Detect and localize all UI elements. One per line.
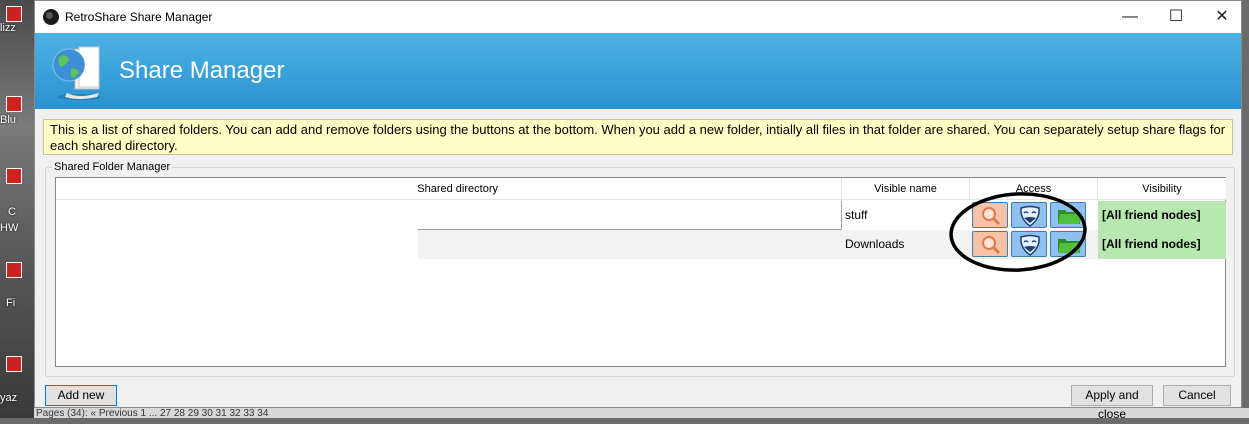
title-bar[interactable]: RetroShare Share Manager — ☐ ✕: [35, 1, 1241, 33]
cancel-button[interactable]: Cancel: [1163, 385, 1231, 406]
add-new-button[interactable]: Add new: [45, 385, 117, 406]
annotation-ellipse: [949, 192, 1087, 272]
close-button[interactable]: ✕: [1199, 1, 1245, 33]
visibility-cell[interactable]: [All friend nodes]: [1098, 201, 1226, 230]
header-banner: Share Manager: [35, 33, 1241, 109]
window-title: RetroShare Share Manager: [65, 10, 213, 24]
background-pagination-text: Pages (34): « Previous 1 ... 27 28 29 30…: [36, 408, 269, 419]
group-legend: Shared Folder Manager: [52, 161, 173, 173]
desktop-label: Blu: [0, 114, 16, 126]
desktop-shortcut-icon[interactable]: [6, 6, 22, 22]
visibility-cell[interactable]: [All friend nodes]: [1098, 230, 1226, 259]
shared-folder-globe-icon: [52, 46, 101, 100]
info-message: This is a list of shared folders. You ca…: [43, 119, 1233, 155]
share-manager-window: RetroShare Share Manager — ☐ ✕ Share Man…: [34, 0, 1242, 421]
table-row[interactable]: Downloads [All friend nodes]: [418, 230, 1226, 259]
desktop-shortcut-icon[interactable]: [6, 262, 22, 278]
desktop-label: lizz: [0, 22, 16, 34]
apply-and-close-button[interactable]: Apply and close: [1071, 385, 1153, 421]
desktop-label: HW: [0, 222, 19, 234]
desktop-background: lizz Blu C HW Fi yaz: [0, 0, 34, 418]
desktop-label: C: [8, 206, 16, 218]
shared-directory-cell[interactable]: [418, 201, 842, 230]
column-header-visibility[interactable]: Visibility: [1098, 178, 1226, 200]
column-header-shared-directory[interactable]: Shared directory: [56, 178, 842, 200]
page-title: Share Manager: [119, 57, 285, 84]
retroshare-app-icon: [43, 9, 59, 25]
shared-directory-cell[interactable]: [418, 230, 842, 259]
minimize-button[interactable]: —: [1107, 1, 1153, 33]
desktop-label: yaz: [0, 392, 18, 404]
desktop-label: Fi: [6, 297, 16, 309]
desktop-shortcut-icon[interactable]: [6, 356, 22, 372]
desktop-shortcut-icon[interactable]: [6, 96, 22, 112]
table-row[interactable]: stuff [All friend nodes]: [418, 201, 1226, 230]
desktop-shortcut-icon[interactable]: [6, 168, 22, 184]
background-page-strip: Pages (34): « Previous 1 ... 27 28 29 30…: [34, 408, 1249, 418]
maximize-button[interactable]: ☐: [1153, 1, 1199, 33]
